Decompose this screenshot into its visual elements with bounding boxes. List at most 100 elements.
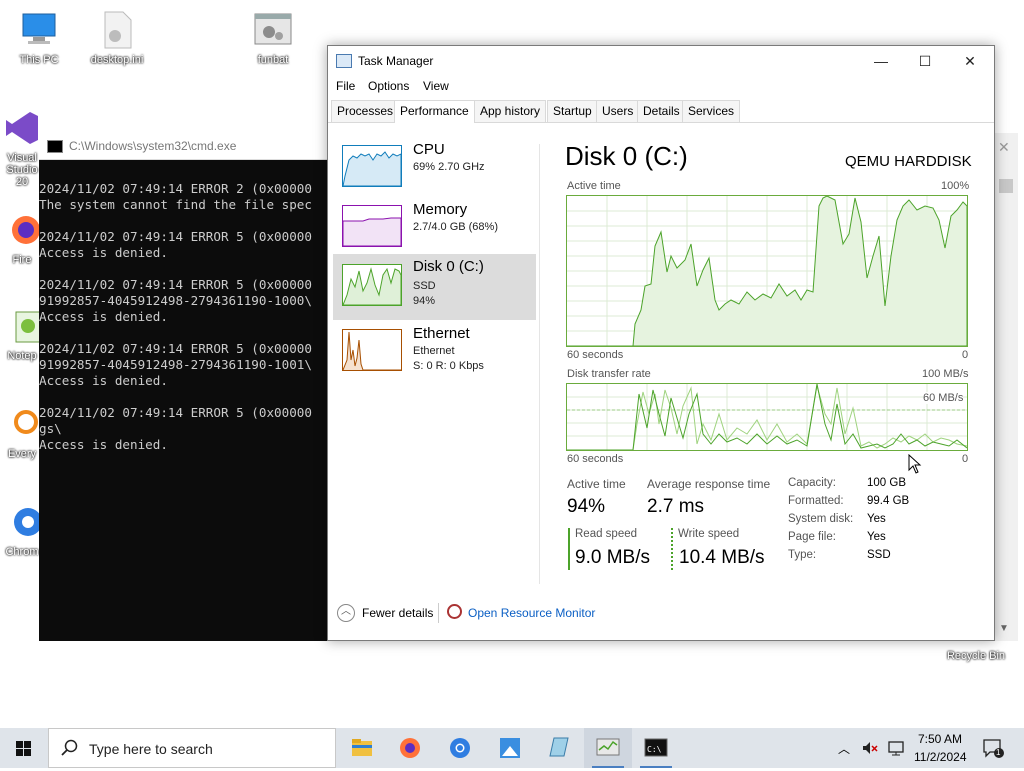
taskbar-notepad[interactable]	[534, 728, 582, 768]
prop-capacity-label: Capacity:	[788, 477, 836, 489]
cmd-line: 91992857-4045912498-2794361190-1001\	[39, 357, 312, 372]
sidebar-name: CPU	[413, 141, 445, 158]
cmd-line	[39, 165, 329, 181]
sidebar-sub: 69% 2.70 GHz	[413, 161, 485, 173]
cmd-line: 2024/11/02 07:49:14 ERROR 5 (0x00000	[39, 341, 312, 356]
firefox-icon	[2, 210, 42, 250]
transfer-graph-min: 0	[962, 453, 969, 465]
cmd-icon	[47, 140, 63, 153]
prop-capacity-value: 100 GB	[867, 477, 906, 489]
sidebar-item-cpu[interactable]: CPU 69% 2.70 GHz	[333, 137, 536, 203]
desktop-icon-this-pc[interactable]: This PC	[4, 10, 74, 66]
volume-muted-icon[interactable]	[860, 738, 880, 761]
desktop-icon-chrome[interactable]: Chrom	[0, 502, 44, 558]
tm-titlebar[interactable]: Task Manager — ☐ ✕	[328, 46, 994, 76]
menu-file[interactable]: File	[336, 79, 355, 93]
clock-date[interactable]: 11/2/2024	[914, 750, 967, 764]
taskbar-cmd[interactable]: C:\	[632, 728, 680, 768]
maximize-button[interactable]: ☐	[902, 46, 948, 76]
everything-search-icon	[2, 404, 42, 444]
scroll-down-icon[interactable]: ▼	[999, 623, 1009, 634]
tab-startup[interactable]: Startup	[547, 100, 598, 122]
avg-response-label: Average response time	[647, 477, 771, 491]
cpu-thumbnail	[342, 145, 402, 187]
scrollbar-thumb[interactable]	[999, 179, 1013, 193]
close-button[interactable]: ✕	[947, 46, 993, 76]
cmd-line: 91992857-4045912498-2794361190-1000\	[39, 293, 312, 308]
tab-app-history[interactable]: App history	[474, 100, 547, 122]
cmd-line	[39, 325, 329, 341]
tm-tabs: Processes Performance App history Startu…	[328, 100, 994, 123]
cmd-line: Access is denied.	[39, 373, 168, 388]
task-manager-window[interactable]: Task Manager — ☐ ✕ File Options View Pro…	[327, 45, 995, 641]
ethernet-thumbnail	[342, 329, 402, 371]
svg-text:C:\: C:\	[647, 745, 662, 754]
desktop-icon-funbat[interactable]: funbat	[238, 10, 308, 66]
taskbar-file-explorer[interactable]	[338, 728, 386, 768]
read-speed-value: 9.0 MB/s	[575, 547, 650, 568]
active-time-chart	[567, 195, 968, 347]
tab-processes[interactable]: Processes	[331, 100, 400, 122]
active-time-graph	[566, 195, 968, 347]
notepad-icon	[549, 737, 569, 757]
desktop-icon-visual-studio[interactable]: Visual Studio 20	[0, 108, 44, 188]
cmd-window[interactable]: C:\Windows\system32\cmd.exe 2024/11/02 0…	[39, 133, 339, 641]
open-resource-monitor-link[interactable]: Open Resource Monitor	[468, 606, 595, 620]
cmd-line	[39, 213, 329, 229]
clock-time[interactable]: 7:50 AM	[914, 732, 966, 746]
search-placeholder: Type here to search	[89, 741, 213, 757]
monitor-icon	[19, 10, 59, 50]
network-icon[interactable]	[886, 738, 906, 761]
tab-services[interactable]: Services	[682, 100, 741, 122]
tab-performance[interactable]: Performance	[394, 100, 475, 123]
sidebar-name: Disk 0 (C:)	[413, 258, 484, 275]
cmd-line: Access is denied.	[39, 309, 168, 324]
prop-type-value: SSD	[867, 549, 891, 561]
pane-divider	[539, 144, 540, 584]
mouse-cursor	[908, 453, 922, 477]
taskbar-firefox[interactable]	[386, 728, 434, 768]
desktop-icon-firefox[interactable]: Fire	[0, 210, 44, 266]
active-time-graph-min: 0	[962, 349, 969, 361]
sidebar-sub-2: 94%	[413, 295, 436, 307]
prop-formatted-label: Formatted:	[788, 495, 844, 507]
cmd-output[interactable]: 2024/11/02 07:49:14 ERROR 2 (0x00000 The …	[39, 165, 329, 635]
cmd-line	[39, 389, 329, 405]
active-time-graph-xlabel: 60 seconds	[567, 349, 624, 361]
menu-view[interactable]: View	[423, 79, 449, 93]
sidebar-item-disk[interactable]: Disk 0 (C:) SSD 94%	[333, 254, 536, 320]
fewer-details-button[interactable]: Fewer details	[362, 606, 433, 620]
desktop-icon-notepad[interactable]: Notep	[0, 306, 44, 362]
desktop-icon-everything[interactable]: Every	[0, 404, 44, 460]
chevron-up-icon[interactable]: ︿	[838, 740, 850, 757]
active-time-label: Active time	[567, 477, 626, 491]
prop-system-disk-value: Yes	[867, 513, 886, 525]
sidebar-item-ethernet[interactable]: Ethernet Ethernet S: 0 R: 0 Kbps	[333, 321, 536, 387]
background-close-icon: ✕	[998, 139, 1010, 155]
taskbar-task-manager[interactable]	[584, 728, 632, 768]
chevron-up-icon[interactable]: ︿	[337, 604, 355, 622]
desktop-icon-desktop-ini[interactable]: desktop.ini	[82, 10, 152, 66]
menu-options[interactable]: Options	[368, 79, 409, 93]
chrome-icon	[2, 502, 42, 542]
sidebar-sub: 2.7/4.0 GB (68%)	[413, 221, 498, 233]
start-button[interactable]	[0, 728, 48, 768]
cmd-line: Access is denied.	[39, 245, 168, 260]
file-settings-icon	[97, 10, 137, 50]
notification-center-icon[interactable]: 1	[982, 738, 1006, 763]
write-speed-value: 10.4 MB/s	[679, 547, 765, 568]
memory-thumbnail	[342, 205, 402, 247]
tab-users[interactable]: Users	[596, 100, 640, 122]
cmd-titlebar[interactable]: C:\Windows\system32\cmd.exe	[39, 133, 339, 160]
minimize-button[interactable]: —	[858, 46, 904, 76]
cmd-line: 2024/11/02 07:49:14 ERROR 2 (0x00000	[39, 181, 312, 196]
taskbar-chrome[interactable]	[436, 728, 484, 768]
tab-details[interactable]: Details	[637, 100, 686, 122]
taskbar-paint[interactable]	[486, 728, 534, 768]
cmd-line: 2024/11/02 07:49:14 ERROR 5 (0x00000	[39, 229, 312, 244]
cmd-line: gs\	[39, 421, 62, 436]
prop-page-file-value: Yes	[867, 531, 886, 543]
cmd-line: Access is denied.	[39, 437, 168, 452]
background-window-scrollbar[interactable]: ✕ ▼	[993, 133, 1018, 641]
taskbar-search[interactable]: Type here to search	[48, 728, 336, 768]
